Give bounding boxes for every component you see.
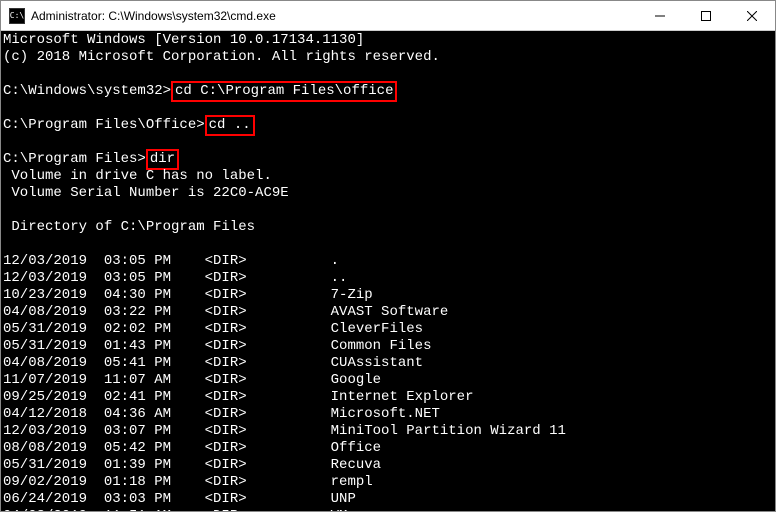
- maximize-button[interactable]: [683, 1, 729, 30]
- cmd-window: C:\ Administrator: C:\Windows\system32\c…: [0, 0, 776, 512]
- highlighted-command-3: dir: [146, 149, 179, 170]
- highlighted-command-2: cd ..: [205, 115, 255, 136]
- close-button[interactable]: [729, 1, 775, 30]
- terminal-output[interactable]: Microsoft Windows [Version 10.0.17134.11…: [1, 31, 775, 511]
- cmd-icon: C:\: [9, 8, 25, 24]
- highlighted-command-1: cd C:\Program Files\office: [171, 81, 397, 102]
- window-controls: [637, 1, 775, 30]
- window-title: Administrator: C:\Windows\system32\cmd.e…: [31, 9, 637, 23]
- titlebar[interactable]: C:\ Administrator: C:\Windows\system32\c…: [1, 1, 775, 31]
- minimize-button[interactable]: [637, 1, 683, 30]
